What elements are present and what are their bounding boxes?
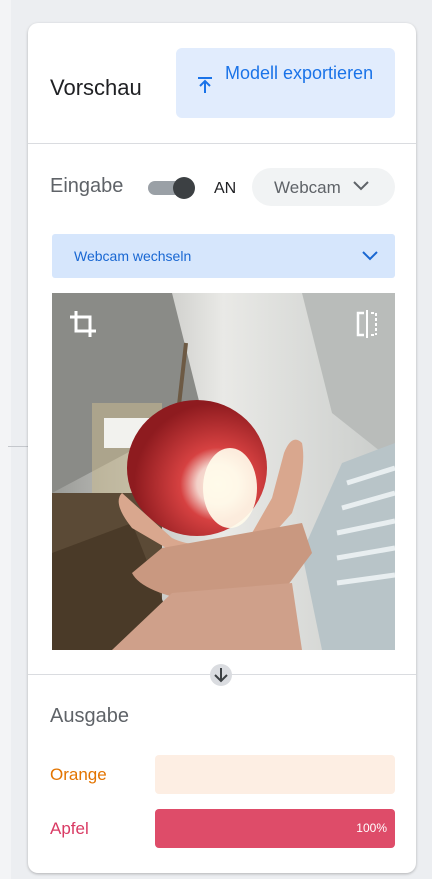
input-label: Eingabe <box>50 175 124 197</box>
toggle-state-label: AN <box>214 180 237 197</box>
preview-panel: Vorschau Modell exportieren Eingabe AN W… <box>28 23 416 873</box>
chevron-down-icon <box>362 251 378 261</box>
confidence-bar-apfel: 100% <box>155 809 395 848</box>
chevron-down-icon <box>353 181 369 191</box>
confidence-bar-orange <box>155 755 395 794</box>
upload-icon <box>198 77 212 93</box>
toggle-knob <box>173 177 195 199</box>
input-row: Eingabe AN Webcam <box>28 143 416 223</box>
connector-line <box>8 446 28 447</box>
output-title: Ausgabe <box>50 705 129 727</box>
input-source-dropdown[interactable]: Webcam <box>252 168 395 206</box>
export-model-label: Modell exportieren <box>225 63 374 83</box>
arrow-down-icon <box>210 664 232 686</box>
confidence-percent-apfel: 100% <box>356 821 387 835</box>
crop-icon[interactable] <box>66 307 100 341</box>
input-source-label: Webcam <box>274 178 341 197</box>
switch-webcam-dropdown[interactable]: Webcam wechseln <box>52 234 395 278</box>
panel-header: Vorschau Modell exportieren <box>28 23 416 144</box>
switch-webcam-label: Webcam wechseln <box>74 248 192 264</box>
export-model-button[interactable]: Modell exportieren <box>176 48 395 118</box>
class-label-orange: Orange <box>50 765 107 784</box>
webcam-preview <box>52 293 395 650</box>
input-toggle[interactable] <box>148 177 196 199</box>
side-panel-edge <box>0 0 11 879</box>
panel-title: Vorschau <box>50 75 142 100</box>
webcam-frame-image <box>52 293 395 650</box>
flip-icon[interactable] <box>350 307 384 341</box>
class-label-apfel: Apfel <box>50 819 89 838</box>
